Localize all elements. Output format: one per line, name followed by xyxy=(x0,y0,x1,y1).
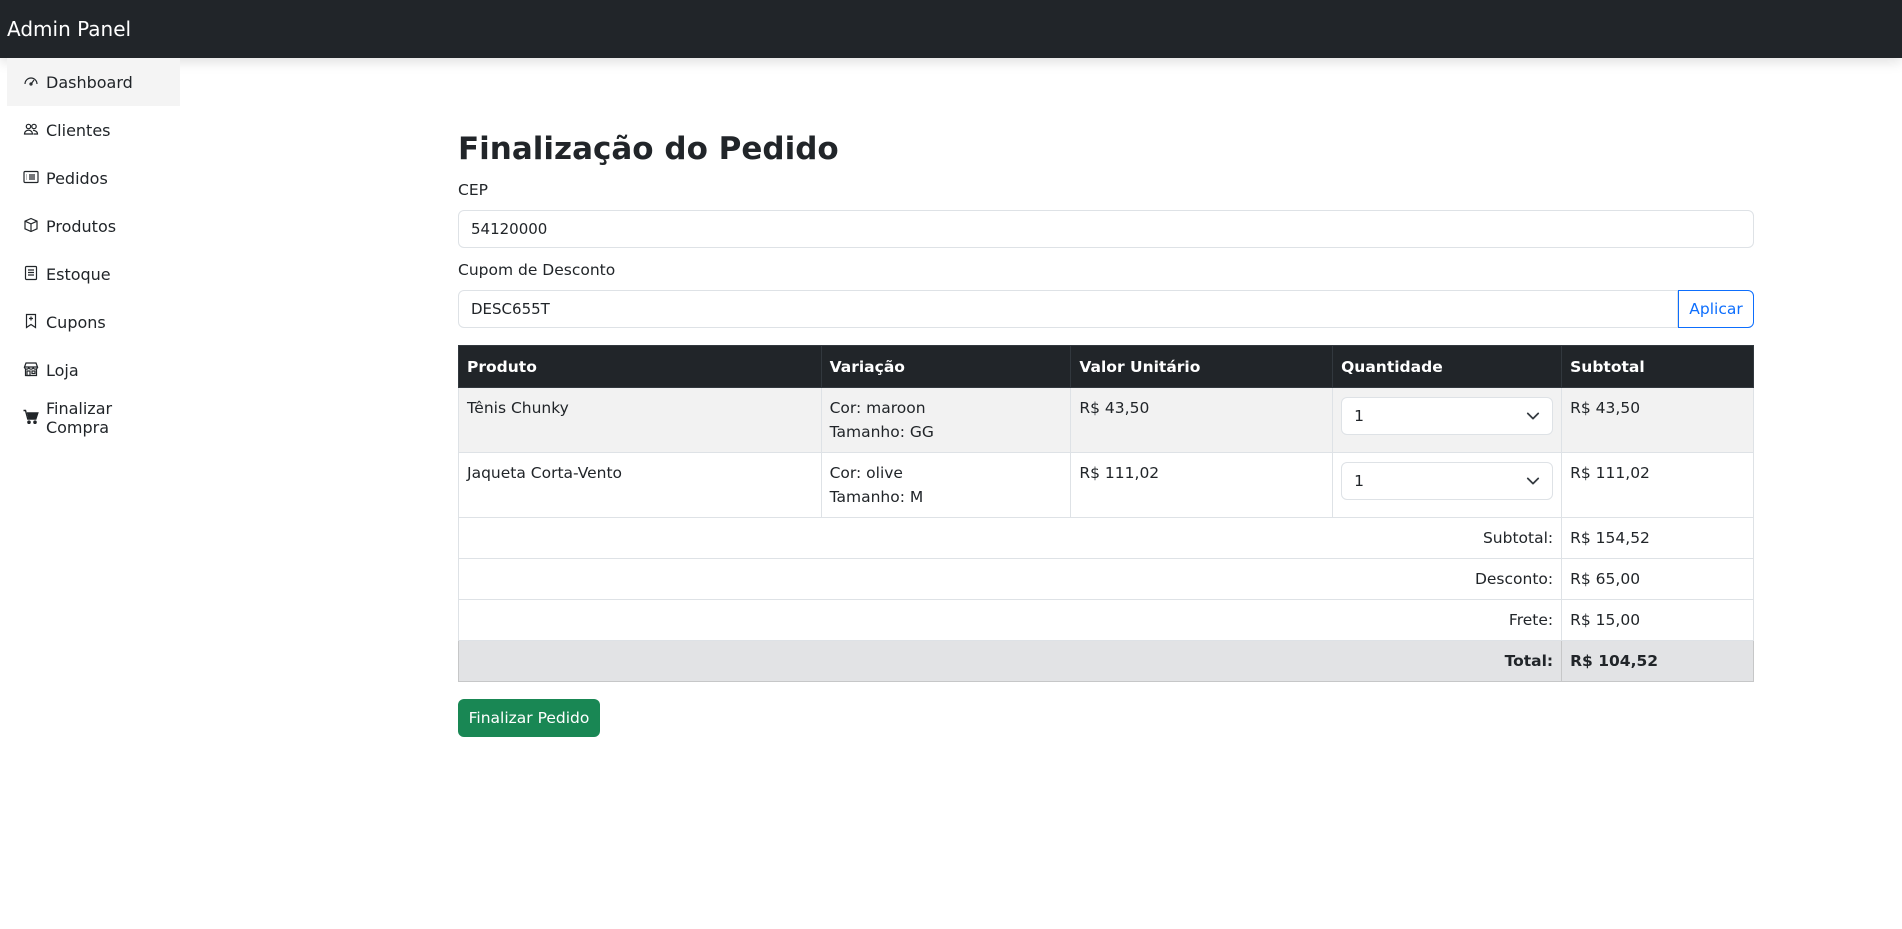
card-list-icon xyxy=(23,169,41,187)
sidebar-item-pedidos[interactable]: Pedidos xyxy=(7,154,180,202)
variation-color: Cor: olive xyxy=(829,464,903,482)
chevron-down-icon xyxy=(1526,409,1540,423)
discount-label: Desconto: xyxy=(457,558,1563,600)
top-navbar: Admin Panel xyxy=(0,0,1902,58)
total-label: Total: xyxy=(457,640,1563,682)
discount-value: R$ 65,00 xyxy=(1561,558,1754,600)
column-header-produto: Produto xyxy=(458,345,822,388)
checkout-content: Finalização do Pedido CEP 54120000 Cupom… xyxy=(457,130,1754,737)
unit-price: R$ 111,02 xyxy=(1070,452,1334,518)
order-table: Produto Variação Valor Unitário Quantida… xyxy=(457,345,1754,682)
shop-icon xyxy=(23,361,41,379)
shipping-value: R$ 15,00 xyxy=(1561,599,1754,641)
cep-input[interactable]: 54120000 xyxy=(458,210,1754,248)
variation-color: Cor: maroon xyxy=(829,399,926,417)
sidebar-item-dashboard[interactable]: Dashboard xyxy=(7,58,180,106)
cep-label: CEP xyxy=(458,181,488,199)
table-header-row: Produto Variação Valor Unitário Quantida… xyxy=(458,345,1754,388)
table-row: Tênis Chunky Cor: maroon Tamanho: GG R$ … xyxy=(458,387,1754,453)
variation-cell: Cor: olive Tamanho: M xyxy=(820,452,1072,518)
product-name: Tênis Chunky xyxy=(458,387,822,453)
sidebar-item-loja[interactable]: Loja xyxy=(7,346,180,394)
row-subtotal: R$ 43,50 xyxy=(1561,387,1754,453)
subtotal-value: R$ 154,52 xyxy=(1561,517,1754,559)
quantity-value: 1 xyxy=(1354,472,1364,490)
column-header-quantidade: Quantidade xyxy=(1332,345,1563,388)
quantity-select[interactable]: 1 xyxy=(1341,397,1554,435)
subtotal-label: Subtotal: xyxy=(457,517,1563,559)
sidebar-item-label: Estoque xyxy=(46,264,111,284)
summary-row-shipping: Frete: R$ 15,00 xyxy=(457,599,1754,641)
coupon-label: Cupom de Desconto xyxy=(458,261,616,279)
sidebar: Dashboard Clientes Pedidos Produtos Esto… xyxy=(7,58,180,442)
sidebar-item-label: Finalizar Compra xyxy=(45,399,113,437)
quantity-select[interactable]: 1 xyxy=(1341,462,1554,500)
summary-row-subtotal: Subtotal: R$ 154,52 xyxy=(457,517,1754,559)
sidebar-item-label: Clientes xyxy=(46,120,111,140)
column-header-subtotal: Subtotal xyxy=(1561,345,1754,388)
summary-row-total: Total: R$ 104,52 xyxy=(457,640,1754,682)
coupon-input-group: DESC655T Aplicar xyxy=(458,290,1754,328)
table-row: Jaqueta Corta-Vento Cor: olive Tamanho: … xyxy=(458,452,1754,518)
box-icon xyxy=(23,217,41,235)
journal-list-icon xyxy=(23,265,41,283)
app-title[interactable]: Admin Panel xyxy=(7,17,131,41)
sidebar-item-produtos[interactable]: Produtos xyxy=(7,202,180,250)
sidebar-item-label: Dashboard xyxy=(46,72,133,92)
sidebar-item-clientes[interactable]: Clientes xyxy=(7,106,180,154)
quantity-cell: 1 xyxy=(1332,452,1563,518)
product-name: Jaqueta Corta-Vento xyxy=(458,452,822,518)
sidebar-item-label: Loja xyxy=(46,360,79,380)
apply-coupon-button[interactable]: Aplicar xyxy=(1678,290,1754,328)
sidebar-item-label: Pedidos xyxy=(46,168,108,188)
sidebar-item-label: Cupons xyxy=(46,312,106,332)
total-value: R$ 104,52 xyxy=(1561,640,1754,682)
variation-cell: Cor: maroon Tamanho: GG xyxy=(820,387,1072,453)
column-header-valor-unitario: Valor Unitário xyxy=(1070,345,1334,388)
column-header-variacao: Variação xyxy=(820,345,1072,388)
row-subtotal: R$ 111,02 xyxy=(1561,452,1754,518)
page-title: Finalização do Pedido xyxy=(458,131,839,167)
sidebar-item-cupons[interactable]: Cupons xyxy=(7,298,180,346)
variation-size: Tamanho: M xyxy=(829,488,924,506)
quantity-cell: 1 xyxy=(1332,387,1563,453)
chevron-down-icon xyxy=(1526,474,1540,488)
summary-row-discount: Desconto: R$ 65,00 xyxy=(457,558,1754,600)
coupon-input[interactable]: DESC655T xyxy=(458,290,1678,328)
sidebar-item-label: Produtos xyxy=(46,216,117,236)
bookmark-icon xyxy=(23,313,41,331)
sidebar-item-finalizar-compra[interactable]: Finalizar Compra xyxy=(7,394,180,442)
people-icon xyxy=(23,121,41,139)
cart-icon xyxy=(23,409,41,427)
quantity-value: 1 xyxy=(1354,407,1364,425)
sidebar-item-estoque[interactable]: Estoque xyxy=(7,250,180,298)
unit-price: R$ 43,50 xyxy=(1070,387,1334,453)
finish-order-button[interactable]: Finalizar Pedido xyxy=(458,699,600,737)
shipping-label: Frete: xyxy=(457,599,1563,641)
speedometer-icon xyxy=(23,73,41,91)
variation-size: Tamanho: GG xyxy=(829,423,934,441)
